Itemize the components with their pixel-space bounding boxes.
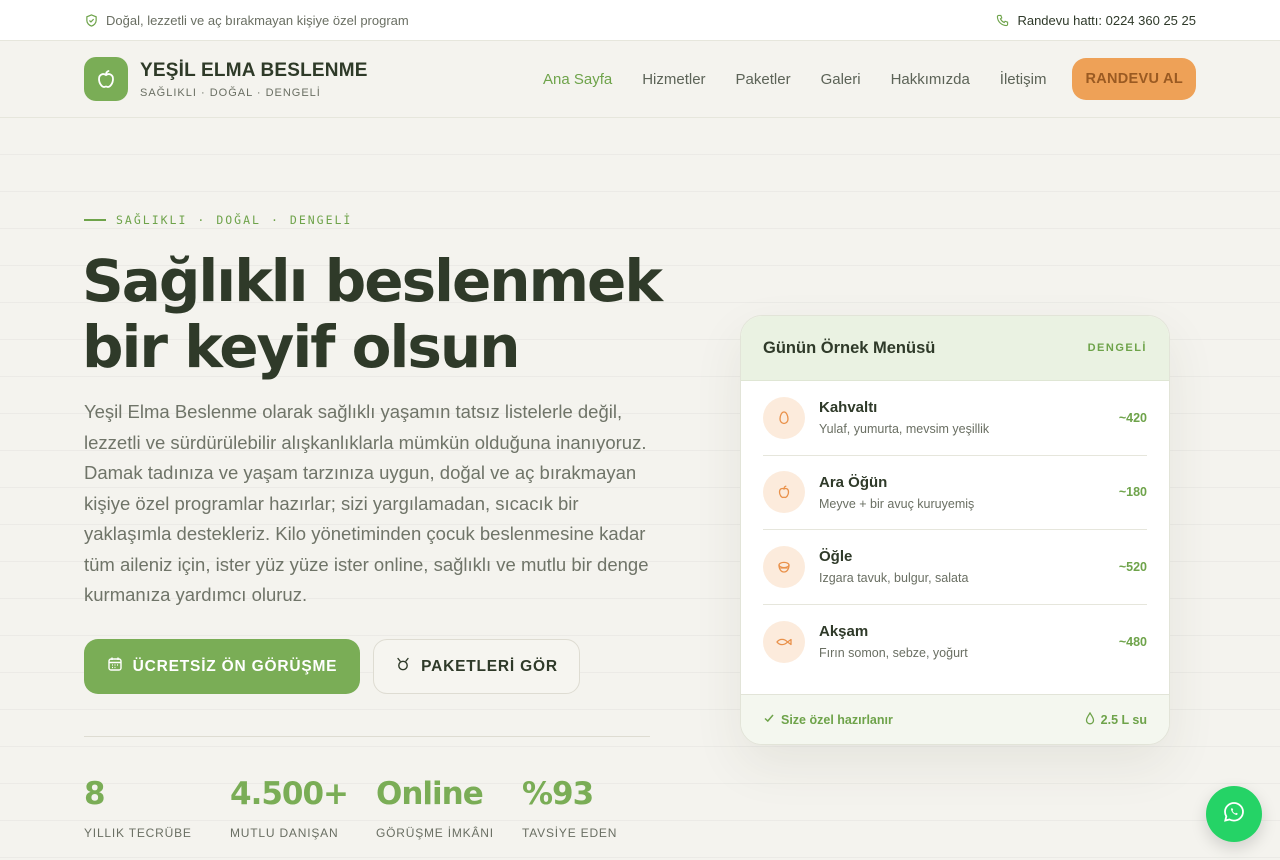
daily-menu-card: Günün Örnek Menüsü DENGELİ Kahvaltı Yula… [740,315,1170,745]
view-packages-label: PAKETLERİ GÖR [421,657,558,675]
hero-headline: Sağlıklı beslenmek bir keyif olsun [82,248,682,380]
meal-kcal: ~480 [1118,634,1147,649]
apple-logo-icon [84,57,128,101]
meal-list: Kahvaltı Yulaf, yumurta, mevsim yeşillik… [741,381,1169,679]
meal-kcal: ~520 [1118,559,1147,574]
nav-item-galeri[interactable]: Galeri [821,71,861,88]
eyebrow-item-1: SAĞLIKLI [116,213,188,227]
stat-item: 8 YILLIK TECRÜBE [84,776,230,840]
stat-value: 4.500+ [230,776,349,812]
meal-desc: Izgara tavuk, bulgur, salata [819,571,969,586]
stat-label: YILLIK TECRÜBE [84,826,192,840]
meal-name: Kahvaltı [819,399,878,417]
meal-desc: Fırın somon, sebze, yoğurt [819,646,968,661]
topbar-tagline-group: Doğal, lezzetli ve aç bırakmayan kişiye … [84,13,409,28]
menu-card-title: Günün Örnek Menüsü [763,338,936,357]
water-label: 2.5 L su [1100,712,1147,727]
stat-value: 8 [84,776,106,812]
meal-item-aksam: Akşam Fırın somon, sebze, yoğurt ~480 [763,605,1147,680]
brand-tagline: SAĞLIKLI · DOĞAL · DENGELİ [140,86,321,99]
water-drop-icon [1085,711,1095,728]
bowl-icon [763,545,805,588]
topbar-phone-label: Randevu hattı: 0224 360 25 25 [1017,12,1196,28]
meal-kcal: ~420 [1118,410,1147,425]
stat-label: TAVSİYE EDEN [522,826,618,840]
egg-icon [763,396,805,439]
hero-divider [84,736,650,737]
stat-value: %93 [522,776,594,812]
eyebrow-item-2: DOĞAL [216,213,261,227]
eyebrow-dash [84,219,106,221]
shield-check-icon [84,13,98,27]
nav-item-ana-sayfa[interactable]: Ana Sayfa [543,71,612,88]
meal-name: Ara Öğün [819,473,888,491]
meal-item-kahvalti: Kahvaltı Yulaf, yumurta, mevsim yeşillik… [763,381,1147,456]
packages-icon [395,656,411,677]
custom-prepared-note: Size özel hazırlanır [763,712,893,727]
fish-icon [763,620,805,663]
view-packages-button[interactable]: PAKETLERİ GÖR [373,639,580,694]
meal-item-ara-ogun: Ara Öğün Meyve + bir avuç kuruyemiş ~180 [763,456,1147,530]
stat-label: MUTLU DANIŞAN [230,826,339,840]
meal-desc: Yulaf, yumurta, mevsim yeşillik [819,422,990,437]
brand-name: YEŞİL ELMA BESLENME [140,59,368,81]
meal-item-ogle: Öğle Izgara tavuk, bulgur, salata ~520 [763,530,1147,605]
topbar-phone[interactable]: Randevu hattı: 0224 360 25 25 [995,13,1196,28]
meal-desc: Meyve + bir avuç kuruyemiş [819,496,975,511]
hero-eyebrow: SAĞLIKLI · DOĞAL · DENGELİ [84,213,352,227]
main-nav: Ana Sayfa Hizmetler Paketler Galeri Hakk… [543,58,1196,100]
headline-line-1: Sağlıklı beslenmek [82,247,663,315]
menu-card-footer: Size özel hazırlanır 2.5 L su [741,694,1169,744]
phone-icon [995,13,1009,27]
meal-name: Öğle [819,548,853,566]
stat-item: %93 TAVSİYE EDEN [522,776,668,840]
menu-card-badge: DENGELİ [1087,342,1147,354]
stat-label: GÖRÜŞME İMKÂNI [376,826,494,840]
hero-lead: Yeşil Elma Beslenme olarak sağlıklı yaşa… [84,401,649,605]
stats-row: 8 YILLIK TECRÜBE 4.500+ MUTLU DANIŞAN On… [84,776,668,840]
free-consultation-label: ÜCRETSİZ ÖN GÖRÜŞME [132,657,338,675]
nav-item-paketler[interactable]: Paketler [736,71,791,88]
brand-logo-link[interactable]: YEŞİL ELMA BESLENME SAĞLIKLI · DOĞAL · D… [84,57,368,101]
eyebrow-item-3: DENGELİ [289,213,353,227]
meal-name: Akşam [819,623,869,641]
whatsapp-button[interactable] [1206,786,1262,842]
headline-line-2: bir keyif olsun [82,313,520,381]
menu-card-header: Günün Örnek Menüsü DENGELİ [741,316,1169,381]
stat-item: Online GÖRÜŞME İMKÂNI [376,776,522,840]
site-header: YEŞİL ELMA BESLENME SAĞLIKLI · DOĞAL · D… [0,41,1280,118]
eyebrow-separator: · [197,213,207,227]
eyebrow-separator: · [270,213,280,227]
calendar-icon [107,656,123,677]
free-consultation-button[interactable]: ÜCRETSİZ ÖN GÖRÜŞME [84,639,360,694]
stat-item: 4.500+ MUTLU DANIŞAN [230,776,376,840]
nav-item-iletisim[interactable]: İletişim [1000,71,1047,88]
randevu-al-button[interactable]: RANDEVU AL [1072,58,1196,100]
topbar-tagline: Doğal, lezzetli ve aç bırakmayan kişiye … [106,12,409,28]
check-icon [763,712,775,727]
top-bar: Doğal, lezzetli ve aç bırakmayan kişiye … [0,0,1280,41]
meal-kcal: ~180 [1118,485,1147,500]
whatsapp-icon [1222,800,1246,829]
custom-prepared-label: Size özel hazırlanır [781,712,893,727]
stat-value: Online [376,776,484,812]
nav-item-hakkimizda[interactable]: Hakkımızda [891,71,970,88]
water-note: 2.5 L su [1085,711,1147,728]
nav-item-hizmetler[interactable]: Hizmetler [642,71,705,88]
apple-icon [763,471,805,514]
